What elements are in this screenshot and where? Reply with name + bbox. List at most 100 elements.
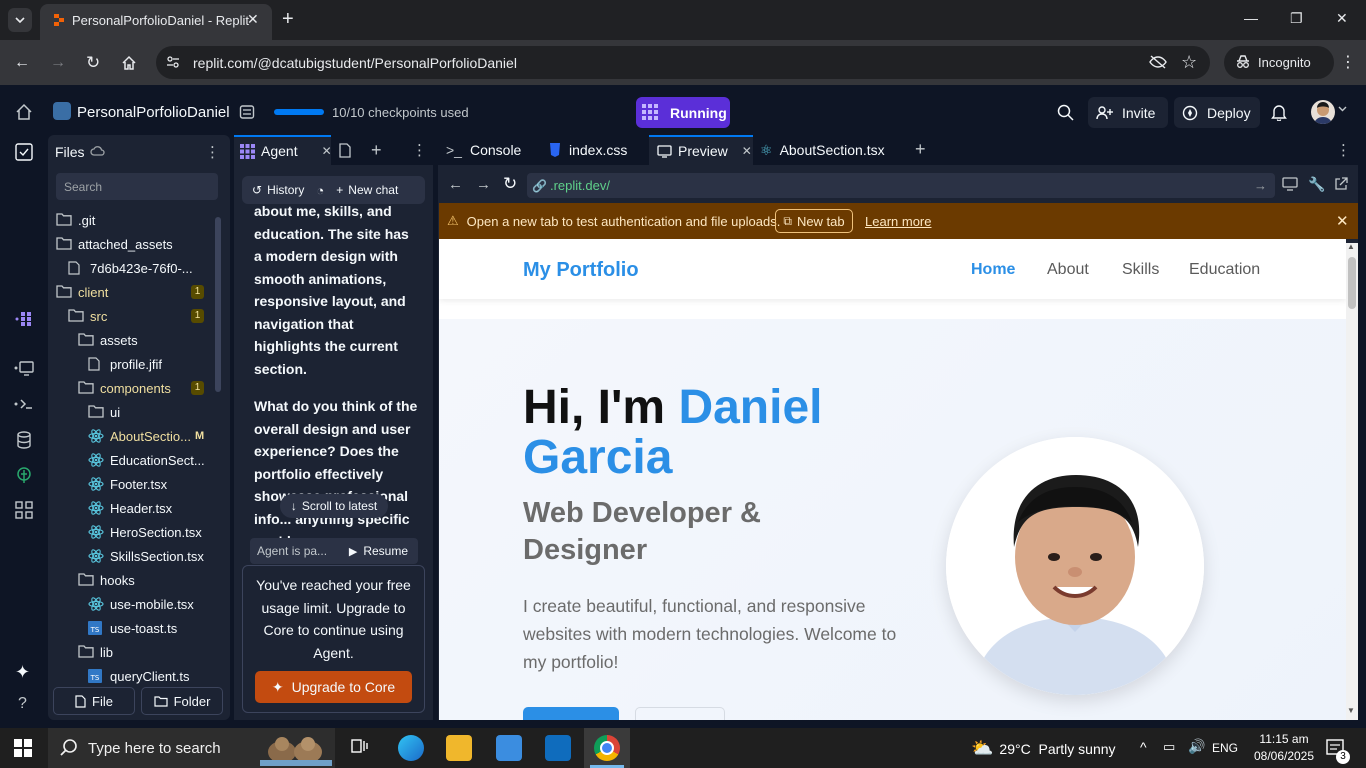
tab-preview[interactable]: Preview ✕ — [649, 135, 753, 165]
site-brand[interactable]: My Portfolio — [523, 259, 639, 282]
agent-rail-icon[interactable] — [14, 310, 34, 328]
database-icon[interactable] — [16, 431, 32, 449]
tab-search-button[interactable] — [8, 8, 32, 32]
file-tree-item[interactable]: assets — [56, 328, 216, 352]
site-scroll-thumb[interactable] — [1348, 257, 1356, 309]
bell-icon[interactable] — [1271, 103, 1287, 121]
hero-secondary-button[interactable] — [635, 707, 725, 720]
eye-off-icon[interactable] — [1149, 55, 1167, 69]
tab-console[interactable]: >_ Console — [446, 135, 521, 165]
file-tree-item[interactable]: HeroSection.tsx — [56, 520, 216, 544]
minimize-button[interactable]: — — [1244, 10, 1258, 26]
help-icon[interactable]: ? — [18, 695, 27, 713]
windows-start-icon[interactable] — [14, 739, 32, 757]
file-tree-item[interactable]: EducationSect... — [56, 448, 216, 472]
file-tree-item[interactable]: Header.tsx — [56, 496, 216, 520]
restore-button[interactable]: ❐ — [1290, 10, 1303, 27]
home-icon[interactable] — [121, 55, 137, 71]
project-name[interactable]: PersonalPorfolioDaniel — [77, 104, 230, 121]
checkpoint-icon[interactable] — [239, 104, 255, 120]
new-chat-button[interactable]: + New chat — [336, 183, 398, 197]
language-indicator[interactable]: ENG — [1212, 741, 1238, 755]
file-tree-item[interactable]: 7d6b423e-76f0-... — [56, 256, 216, 280]
home-icon[interactable] — [15, 103, 33, 121]
new-folder-button[interactable]: Folder — [141, 687, 223, 715]
sparkle-icon[interactable]: ✦ — [15, 662, 30, 683]
nav-education[interactable]: Education — [1189, 261, 1260, 279]
outlook-icon[interactable] — [545, 735, 571, 761]
console-rail-icon[interactable] — [14, 396, 34, 412]
tab-close-icon[interactable]: ✕ — [247, 11, 259, 28]
file-tree-item[interactable]: TS use-toast.ts — [56, 616, 216, 640]
task-view-icon[interactable] — [350, 737, 370, 757]
bookmark-star-icon[interactable]: ☆ — [1181, 52, 1197, 73]
learn-more-link[interactable]: Learn more — [865, 214, 931, 229]
file-tree-item[interactable]: use-mobile.tsx — [56, 592, 216, 616]
file-tree-item[interactable]: AboutSectio... M — [56, 424, 216, 448]
files-toggle-icon[interactable] — [14, 142, 34, 162]
chevron-up-icon[interactable]: ^ — [1140, 739, 1147, 755]
files-scrollbar[interactable] — [215, 217, 221, 392]
file-tree-item[interactable]: .git — [56, 208, 216, 232]
forward-arrow-icon[interactable]: → — [476, 176, 491, 193]
close-icon[interactable]: ✕ — [742, 144, 752, 158]
preview-url-bar[interactable]: 🔗 .replit.dev/ → — [527, 173, 1275, 198]
close-window-button[interactable]: ✕ — [1336, 10, 1348, 27]
open-external-icon[interactable] — [1334, 177, 1348, 191]
file-tree-item[interactable]: lib — [56, 640, 216, 664]
nav-home[interactable]: Home — [971, 261, 1015, 279]
file-explorer-icon[interactable] — [446, 735, 472, 761]
file-tree-item[interactable]: Footer.tsx — [56, 472, 216, 496]
history-button[interactable]: ↺ History — [252, 183, 304, 197]
more-vert-icon[interactable]: ⋮ — [1340, 52, 1356, 72]
file-tree-item[interactable]: SkillsSection.tsx — [56, 544, 216, 568]
scroll-up-icon[interactable]: ▲ — [1347, 242, 1355, 251]
upgrade-button[interactable]: ✦ Upgrade to Core — [255, 671, 412, 703]
scroll-down-icon[interactable]: ▼ — [1347, 706, 1355, 715]
file-icon[interactable] — [339, 143, 351, 158]
wrench-icon[interactable]: 🔧 — [1308, 176, 1325, 193]
network-icon[interactable]: ▭ — [1163, 739, 1175, 755]
file-tree-item[interactable]: src 1 — [56, 304, 216, 328]
close-icon[interactable]: ✕ — [1336, 212, 1349, 230]
preview-rail-icon[interactable] — [14, 359, 34, 377]
chevron-down-icon[interactable] — [1338, 106, 1347, 112]
file-tree-item[interactable]: client 1 — [56, 280, 216, 304]
back-arrow-icon[interactable]: ← — [448, 176, 463, 193]
new-file-button[interactable]: File — [53, 687, 135, 715]
deploy-button[interactable]: Deploy — [1174, 97, 1260, 128]
search-icon[interactable] — [1057, 104, 1074, 121]
nav-about[interactable]: About — [1047, 261, 1089, 279]
all-tools-icon[interactable] — [15, 501, 33, 519]
forward-arrow-icon[interactable]: → — [50, 54, 66, 72]
file-tree-item[interactable]: hooks — [56, 568, 216, 592]
scroll-to-latest-button[interactable]: ↓ Scroll to latest — [280, 494, 388, 518]
gauge-icon[interactable]: ◔ — [316, 183, 324, 198]
add-tab-icon[interactable]: + — [371, 140, 382, 161]
devtools-icon[interactable] — [1282, 177, 1298, 191]
file-tree-item[interactable]: ui — [56, 400, 216, 424]
clock[interactable]: 11:15 am 08/06/2025 — [1252, 731, 1316, 765]
file-tree-item[interactable]: TS queryClient.ts — [56, 664, 216, 688]
file-tree-item[interactable]: components 1 — [56, 376, 216, 400]
site-info-icon[interactable] — [166, 55, 180, 69]
file-tree-item[interactable]: attached_assets — [56, 232, 216, 256]
new-tab-button[interactable]: + — [282, 9, 294, 29]
hero-primary-button[interactable] — [523, 707, 619, 720]
store-icon[interactable] — [496, 735, 522, 761]
reload-icon[interactable]: ↻ — [86, 53, 100, 73]
open-new-tab-button[interactable]: ⧉ New tab — [775, 209, 853, 233]
volume-icon[interactable]: 🔊 — [1188, 738, 1205, 755]
close-icon[interactable]: ✕ — [322, 144, 332, 158]
site-scrollbar[interactable] — [1346, 243, 1358, 720]
files-menu-icon[interactable]: ⋮ — [205, 143, 220, 161]
tab-about-section[interactable]: ⚛ AboutSection.tsx — [760, 135, 885, 165]
reload-icon[interactable]: ↻ — [503, 174, 517, 194]
deployments-rail-icon[interactable] — [15, 467, 33, 485]
nav-skills[interactable]: Skills — [1122, 261, 1159, 279]
edge-icon[interactable] — [398, 735, 424, 761]
more-vert-icon[interactable]: ⋮ — [1336, 141, 1351, 159]
arrow-right-icon[interactable]: → — [1254, 178, 1267, 193]
file-tree-item[interactable]: profile.jfif — [56, 352, 216, 376]
more-vert-icon[interactable]: ⋮ — [412, 141, 427, 159]
